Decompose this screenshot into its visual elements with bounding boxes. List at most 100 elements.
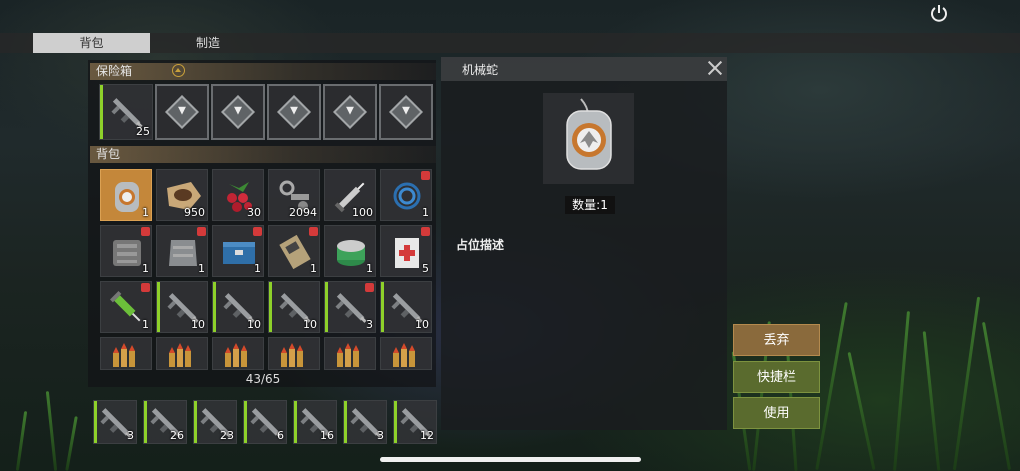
safe-slot[interactable] [267,84,321,140]
inventory-slot[interactable]: 1 [100,281,152,333]
ammo-icon [217,333,261,377]
item-count: 100 [352,206,373,219]
lock-slot-icon [277,95,311,129]
capacity-counter: 43/65 [245,372,281,386]
inventory-slot[interactable]: 1 [324,225,376,277]
lock-slot-icon [333,95,367,129]
inventory-slot[interactable]: 1 [212,225,264,277]
ammo-icon [273,333,317,377]
item-count: 12 [420,429,434,442]
lock-badge-icon [309,227,318,236]
backpack-title: 背包 [96,147,121,161]
safe-slot[interactable]: 25 [99,84,153,140]
safe-slot[interactable] [211,84,265,140]
inventory-slot[interactable] [324,337,376,370]
close-icon[interactable] [706,59,724,77]
lock-badge-icon [421,227,430,236]
item-count: 2094 [289,206,317,219]
item-title: 机械蛇 [462,63,499,77]
inventory-slot[interactable]: 10 [212,281,264,333]
inventory-slot[interactable]: 10 [380,281,432,333]
item-count: 5 [422,262,429,275]
item-count: 10 [303,318,317,331]
hotbar-slot[interactable]: 16 [293,400,337,444]
item-count: 16 [320,429,334,442]
inventory-slot[interactable] [268,337,320,370]
item-count: 10 [415,318,429,331]
hotbar-slot[interactable]: 12 [393,400,437,444]
inventory-slot[interactable]: 1 [156,225,208,277]
durability-bar [194,401,197,443]
hotbar-slot[interactable]: 3 [343,400,387,444]
inventory-slot[interactable]: 100 [324,169,376,221]
item-count: 950 [184,206,205,219]
item-count: 1 [422,206,429,219]
durability-bar [294,401,297,443]
durability-bar [381,282,384,332]
item-count: 30 [247,206,261,219]
item-count: 1 [198,262,205,275]
safe-slot[interactable] [155,84,209,140]
durability-bar [144,401,147,443]
lock-badge-icon [141,227,150,236]
inventory-slot[interactable] [212,337,264,370]
ammo-icon [329,333,373,377]
inventory-slot[interactable]: 2094 [268,169,320,221]
ammo-icon [385,333,429,377]
lock-badge-icon [253,227,262,236]
lock-slot-icon [165,95,199,129]
item-count: 1 [254,262,261,275]
inventory-slot[interactable]: 1 [100,169,152,221]
lock-slot-icon [221,95,255,129]
tab-backpack[interactable]: 背包 [33,33,150,53]
inventory-slot[interactable]: 10 [268,281,320,333]
safe-box-header: 保险箱 [90,63,436,80]
inventory-slot[interactable]: 3 [324,281,376,333]
inventory-slot[interactable]: 10 [156,281,208,333]
hotbar-slot[interactable]: 23 [193,400,237,444]
hotbar-slot[interactable]: 26 [143,400,187,444]
inventory-slot[interactable] [156,337,208,370]
safe-slot[interactable] [379,84,433,140]
drop-button[interactable]: 丢弃 [733,324,820,356]
inventory-slot[interactable]: 1 [380,169,432,221]
ammo-icon [105,333,149,377]
use-button[interactable]: 使用 [733,397,820,429]
tab-craft[interactable]: 制造 [160,33,256,53]
dog-tag-icon [566,98,612,170]
item-description: 占位描述 [456,238,505,252]
inventory-slot[interactable]: 30 [212,169,264,221]
item-count: 1 [142,262,149,275]
inventory-slot[interactable]: 950 [156,169,208,221]
durability-bar [344,401,347,443]
safe-slot[interactable] [323,84,377,140]
item-count: 25 [136,125,150,138]
item-count: 3 [377,429,384,442]
inventory-slot[interactable] [380,337,432,370]
lock-badge-icon [141,283,150,292]
item-count: 1 [142,206,149,219]
durability-bar [157,282,160,332]
safe-box-title: 保险箱 [96,64,133,78]
durability-bar [94,401,97,443]
power-button[interactable] [922,0,956,26]
item-count: 26 [170,429,184,442]
home-indicator[interactable] [380,457,641,462]
durability-bar [244,401,247,443]
item-count: 1 [310,262,317,275]
item-count: 1 [366,262,373,275]
inventory-slot[interactable]: 5 [380,225,432,277]
item-count: 23 [220,429,234,442]
upgrade-icon[interactable] [172,64,185,77]
hotbar-button[interactable]: 快捷栏 [733,361,820,393]
inventory-slot[interactable] [100,337,152,370]
item-count: 10 [247,318,261,331]
hotbar-slot[interactable]: 6 [243,400,287,444]
tab-bar: 背包 制造 [0,33,1020,53]
lock-badge-icon [421,171,430,180]
durability-bar [325,282,328,332]
hotbar-slot[interactable]: 3 [93,400,137,444]
inventory-slot[interactable]: 1 [268,225,320,277]
power-icon [931,5,947,22]
inventory-slot[interactable]: 1 [100,225,152,277]
